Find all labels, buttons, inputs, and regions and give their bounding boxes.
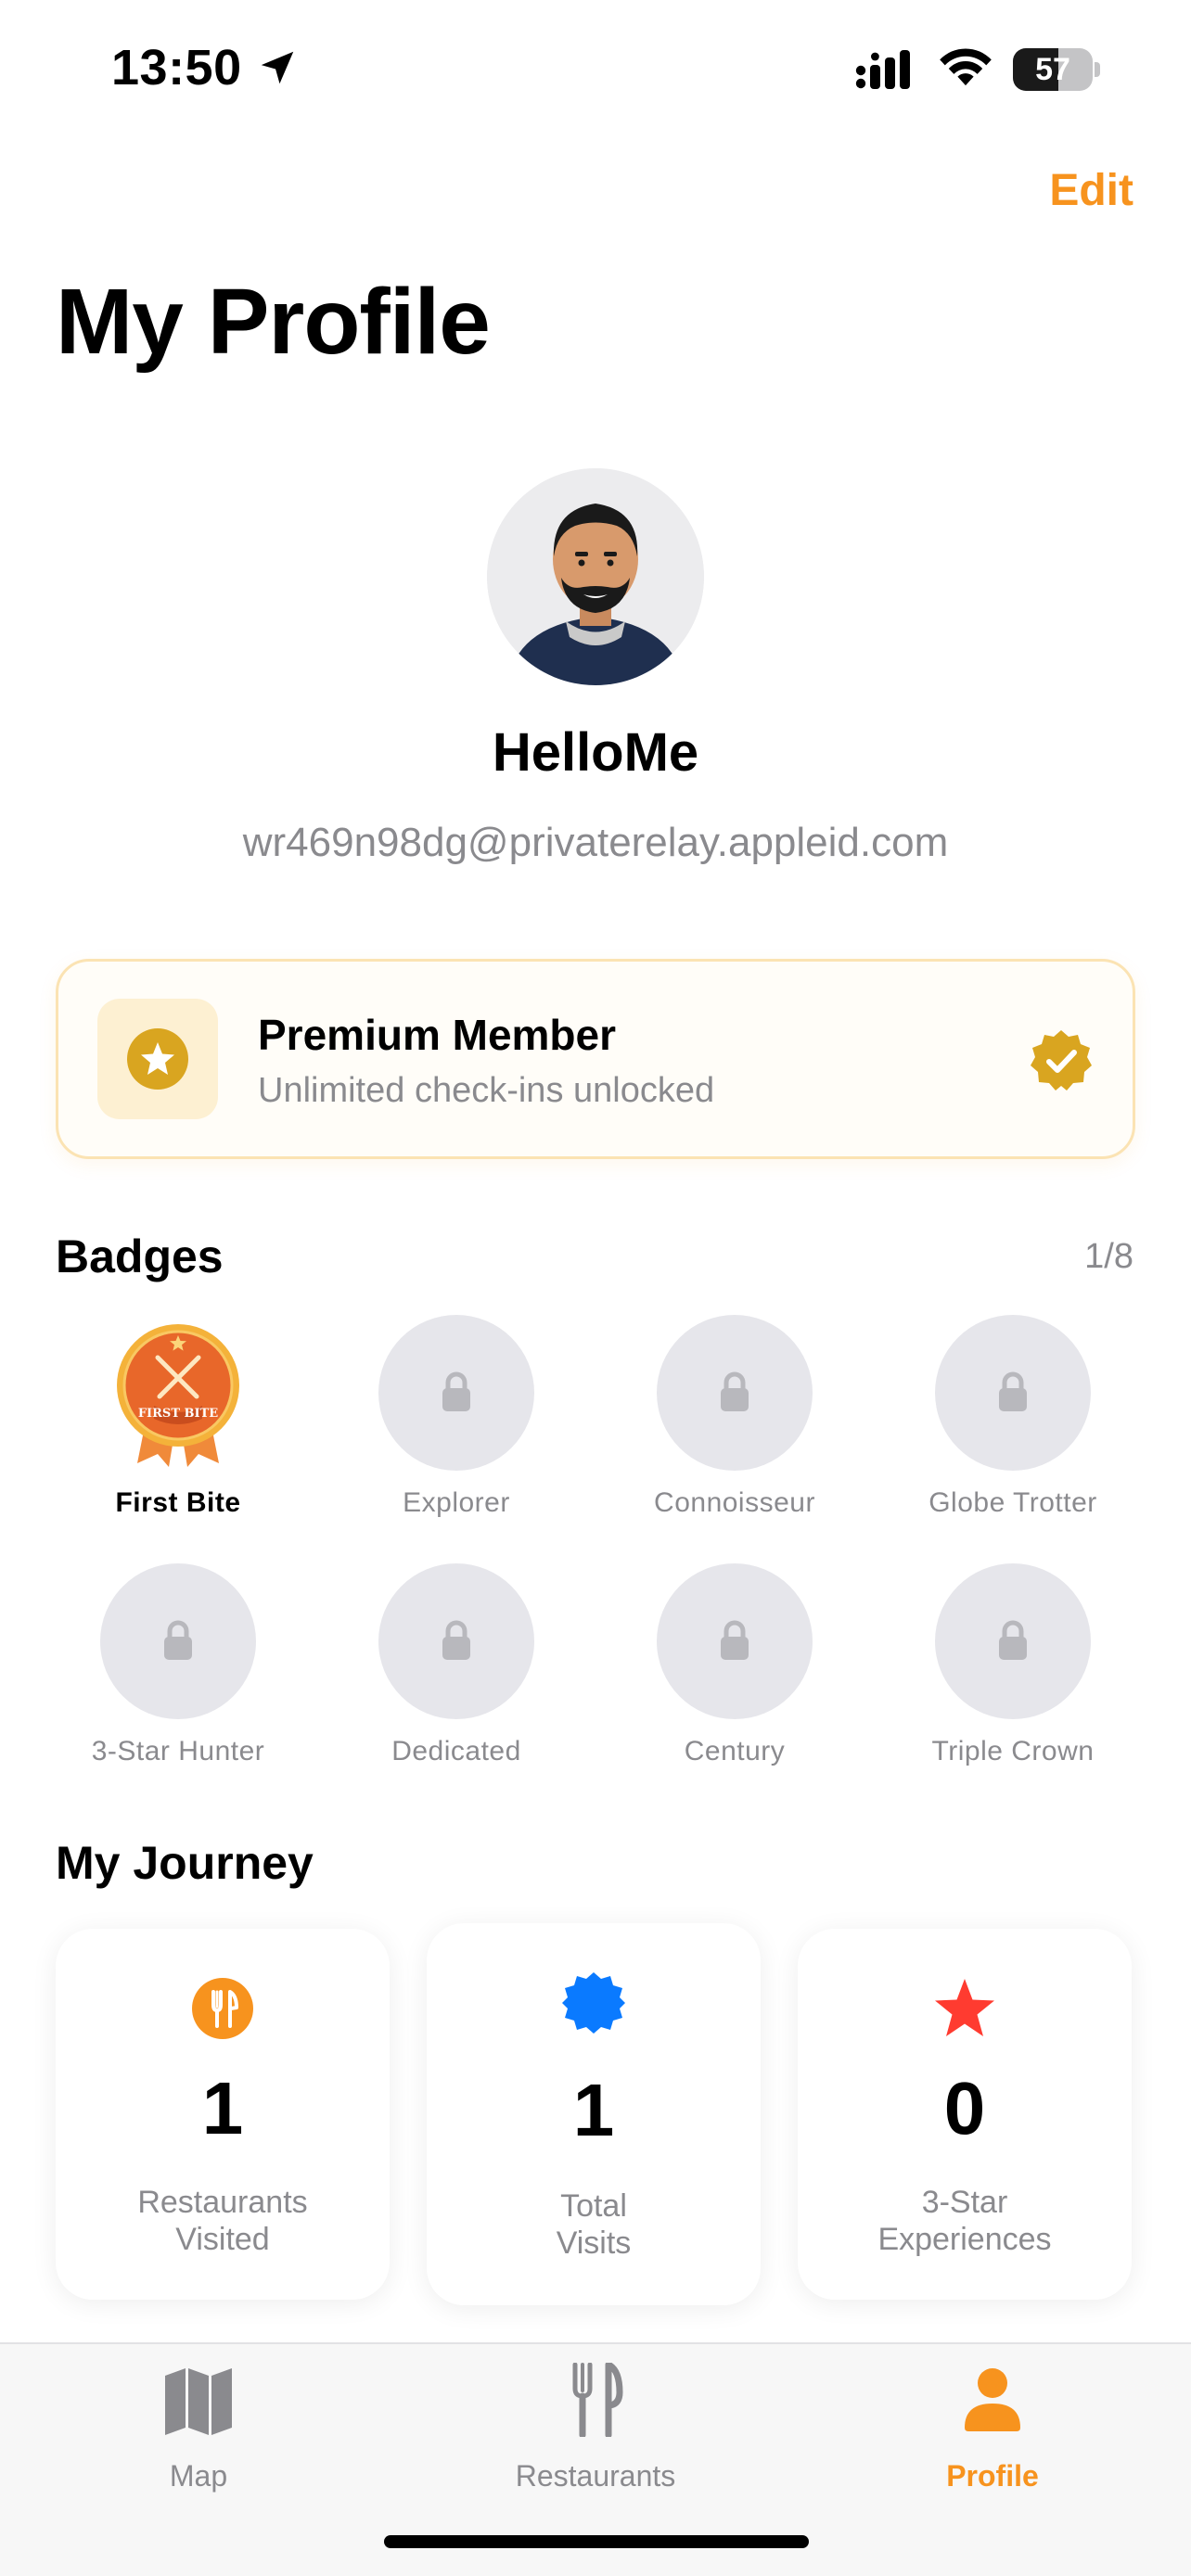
tab-profile[interactable]: Profile: [794, 2344, 1191, 2530]
status-bar: 13:50 57: [0, 0, 1191, 139]
locked-badge: [657, 1563, 813, 1719]
battery-level: 57: [1035, 52, 1070, 87]
badges-title: Badges: [56, 1231, 224, 1282]
avatar-illustration: [487, 468, 704, 685]
lock-icon: [164, 1620, 192, 1660]
star-circle-icon: [127, 1028, 188, 1090]
badge-first-bite[interactable]: FIRST BITE First Bite: [67, 1315, 289, 1519]
map-icon: [165, 2368, 232, 2435]
premium-title: Premium Member: [258, 1011, 617, 1059]
badge-label: Century: [684, 1736, 786, 1766]
stat-label: 3-Star Experiences: [877, 2185, 1052, 2257]
locked-badge: [935, 1315, 1091, 1471]
badge-label: 3-Star Hunter: [91, 1736, 265, 1766]
seal-badge-icon: [562, 1972, 625, 2034]
stat-value: 1: [201, 2067, 244, 2149]
verified-seal-icon: [1031, 1030, 1092, 1090]
home-indicator[interactable]: [384, 2535, 809, 2548]
badge-label: Connoisseur: [654, 1487, 815, 1518]
locked-badge: [100, 1563, 256, 1719]
star-icon: [935, 1979, 994, 2036]
lock-icon: [721, 1371, 749, 1411]
stat-value: 0: [943, 2067, 986, 2149]
tab-label: Map: [169, 2459, 228, 2493]
person-icon: [965, 2368, 1020, 2431]
locked-badge: [935, 1563, 1091, 1719]
user-name: HelloMe: [492, 722, 699, 783]
premium-member-card[interactable]: Premium Member Unlimited check-ins unloc…: [56, 959, 1135, 1159]
first-bite-medal-icon: FIRST BITE: [100, 1315, 256, 1471]
badge-dedicated[interactable]: Dedicated: [345, 1563, 568, 1767]
tab-label: Restaurants: [515, 2459, 676, 2493]
stat-value: 1: [572, 2069, 615, 2151]
stat-card-total-visits: 1 Total Visits: [427, 1923, 761, 2305]
badge-globe-trotter[interactable]: Globe Trotter: [902, 1315, 1124, 1519]
badge-label: Triple Crown: [931, 1736, 1095, 1766]
stat-card-3-star-experiences: 0 3-Star Experiences: [798, 1929, 1132, 2300]
tab-restaurants[interactable]: Restaurants: [397, 2344, 794, 2530]
premium-icon-box: [97, 999, 218, 1119]
stat-label: Total Visits: [556, 2188, 632, 2261]
user-email: wr469n98dg@privaterelay.appleid.com: [242, 820, 949, 865]
status-time: 13:50: [111, 40, 242, 96]
avatar[interactable]: [487, 468, 704, 685]
locked-badge: [378, 1315, 534, 1471]
wifi-icon: [940, 48, 992, 86]
stat-label: Restaurants Visited: [137, 2185, 308, 2257]
badge-explorer[interactable]: Explorer: [345, 1315, 568, 1519]
fork-knife-icon: [192, 1978, 253, 2039]
locked-badge: [657, 1315, 813, 1471]
badge-label: Explorer: [403, 1487, 510, 1518]
lock-icon: [721, 1620, 749, 1660]
fork-knife-icon: [572, 2363, 623, 2437]
tab-map[interactable]: Map: [0, 2344, 397, 2530]
lock-icon: [442, 1620, 470, 1660]
locked-badge: [378, 1563, 534, 1719]
badge-label: First Bite: [115, 1487, 241, 1518]
first-bite-medal-text: FIRST BITE: [138, 1407, 218, 1421]
lock-icon: [999, 1371, 1027, 1411]
badge-label: Globe Trotter: [928, 1487, 1097, 1518]
battery-indicator: 57: [1013, 48, 1102, 91]
tab-label: Profile: [946, 2459, 1039, 2493]
edit-button[interactable]: Edit: [1049, 165, 1133, 216]
badges-count: 1/8: [1084, 1237, 1133, 1276]
badge-3-star-hunter[interactable]: 3-Star Hunter: [67, 1563, 289, 1767]
badge-triple-crown[interactable]: Triple Crown: [902, 1563, 1124, 1767]
badge-connoisseur[interactable]: Connoisseur: [623, 1315, 846, 1519]
lock-icon: [442, 1371, 470, 1411]
location-arrow-icon: [261, 51, 294, 84]
stat-card-restaurants-visited: 1 Restaurants Visited: [56, 1929, 390, 2300]
badge-label: Dedicated: [391, 1736, 521, 1766]
lock-icon: [999, 1620, 1027, 1660]
page-title: My Profile: [56, 270, 491, 374]
premium-subtitle: Unlimited check-ins unlocked: [258, 1071, 715, 1110]
journey-title: My Journey: [56, 1837, 314, 1889]
badge-century[interactable]: Century: [623, 1563, 846, 1767]
cellular-signal-icon: [855, 50, 910, 89]
